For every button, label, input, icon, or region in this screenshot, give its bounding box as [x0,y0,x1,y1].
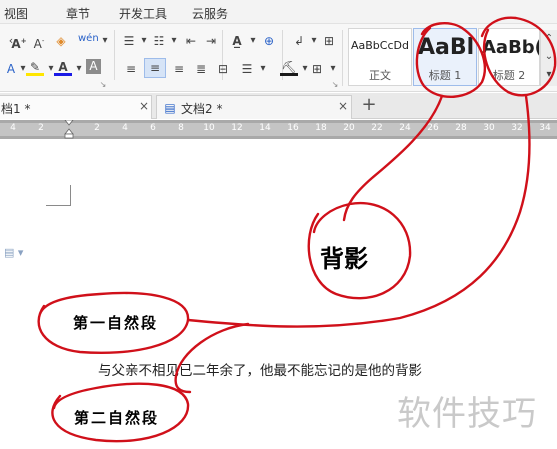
ruler-strip [0,123,557,136]
ruler-tick-label: 14 [259,123,271,133]
grow-font-icon[interactable]: A+ [10,32,28,51]
annotation-title-label: 背影 [320,244,368,273]
ruler-tick-label: 24 [399,123,411,133]
ruler-tick-label: 8 [178,123,184,133]
ruler-tick-label: 6 [150,123,156,133]
ruler-tick-label: 28 [455,123,467,133]
ruler-tick-label: 4 [10,123,16,133]
indent-marker-icon[interactable] [64,120,74,139]
close-icon[interactable]: × [338,99,348,113]
document-body-text[interactable]: 与父亲不相见已二年余了，他最不能忘记的是他的背影 [98,359,422,379]
ruler-tick-label: 18 [315,123,327,133]
style-heading-2[interactable]: AaBb( 标题 2 [478,28,540,86]
tab-label-document-1: 档1 * [1,102,31,116]
styles-scroll[interactable]: ⌃ ⌄ ▾ [540,30,557,86]
style-name-normal: 正文 [369,69,391,82]
chevron-down-icon[interactable]: ⌄ [541,48,557,66]
menu-chapter[interactable]: 章节 [66,5,90,22]
style-sample-heading-2: AaBb( [482,37,539,58]
ruler-tick-label: 34 [539,123,551,133]
increase-indent-icon[interactable]: ⇥ [202,32,220,50]
character-shading-icon[interactable]: A [86,59,101,74]
paragraph-layout-icon[interactable]: ▤ ▾ [4,246,23,259]
style-name-heading-1: 标题 1 [428,69,462,82]
ruler-tick-label: 10 [203,123,215,133]
ruler-tick-label: 22 [371,123,383,133]
align-left-icon[interactable]: ≡ [122,60,140,78]
new-tab-icon[interactable]: + [360,96,378,114]
ruler-tick-label: 32 [511,123,523,133]
ruler-tick-label: 26 [427,123,439,133]
document-page[interactable]: ▤ ▾ 与父亲不相见已二年余了，他最不能忘记的是他的背影 背影 第一自然段 第二… [0,139,557,449]
tab-document-2[interactable]: ▤ 文档2 * × [156,95,352,119]
style-sample-normal: AaBbCcDd [351,39,409,52]
menu-developer-tools[interactable]: 开发工具 [119,5,167,22]
annotation-para2-label: 第二自然段 [74,409,160,427]
pinyin-guide-icon[interactable]: wén [78,30,99,48]
ruler-tick-label: 2 [38,123,44,133]
eraser-icon[interactable]: ◈ [52,32,70,50]
distributed-align-icon[interactable]: ⊟ [214,60,232,78]
shrink-font-icon[interactable]: A- [30,32,48,51]
ruler-tick-label: 12 [231,123,243,133]
style-normal[interactable]: AaBbCcDd 正文 [348,28,412,86]
watermark: 软件技巧 [397,394,537,434]
document-icon: ▤ [164,101,176,115]
close-icon[interactable]: × [139,99,149,113]
align-right-icon[interactable]: ≡ [170,60,188,78]
align-center-icon[interactable]: ≡ [144,58,166,78]
document-tab-bar: 档1 * × ▤ 文档2 * × + [0,93,557,119]
style-heading-1[interactable]: AaBl 标题 1 [413,28,477,86]
ruler-tick-label: 16 [287,123,299,133]
menu-bar: 视图 章节 开发工具 云服务 [0,0,557,24]
chevron-down-icon[interactable]: ▾ [96,32,114,50]
justify-icon[interactable]: ≣ [192,60,210,78]
ribbon-divider [114,30,115,80]
chevron-down-icon[interactable]: ▾ [165,32,183,50]
ribbon-toolbar: ‹ A+ A- ◈ wén ▾ ☰ ▾ ☷ ▾ ⇤ ⇥ A̲ ▾ ⊕ ↲ ▾ ⊞… [0,24,557,92]
horizontal-ruler[interactable]: 4 2 2 4 6 8 10 12 14 16 18 20 22 24 26 28 30 32 34 [0,120,557,139]
menu-cloud-service[interactable]: 云服务 [192,5,228,22]
text-direction-icon[interactable]: ⊕ [260,32,278,50]
tab-label-document-2: 文档2 * [181,102,223,116]
chevron-up-icon[interactable]: ⌃ [541,30,557,48]
style-name-heading-2: 标题 2 [492,69,526,82]
dialog-launcher-icon[interactable]: ↘ [94,76,112,94]
annotation-para1-label: 第一自然段 [73,314,159,332]
decrease-indent-icon[interactable]: ⇤ [182,32,200,50]
page-corner-mark [46,185,71,206]
style-sample-heading-1: AaBl [418,35,475,60]
table-grid-icon[interactable]: ⊞ [320,32,338,50]
ruler-tick-label: 4 [122,123,128,133]
chevron-down-icon[interactable]: ▾ [254,60,272,78]
ribbon-divider [342,30,343,86]
menu-view[interactable]: 视图 [4,5,28,22]
tab-document-1[interactable]: 档1 * × [0,95,152,119]
ruler-tick-label: 2 [94,123,100,133]
expand-gallery-icon[interactable]: ▾ [541,66,557,84]
ruler-tick-label: 30 [483,123,495,133]
ruler-tick-label: 20 [343,123,355,133]
